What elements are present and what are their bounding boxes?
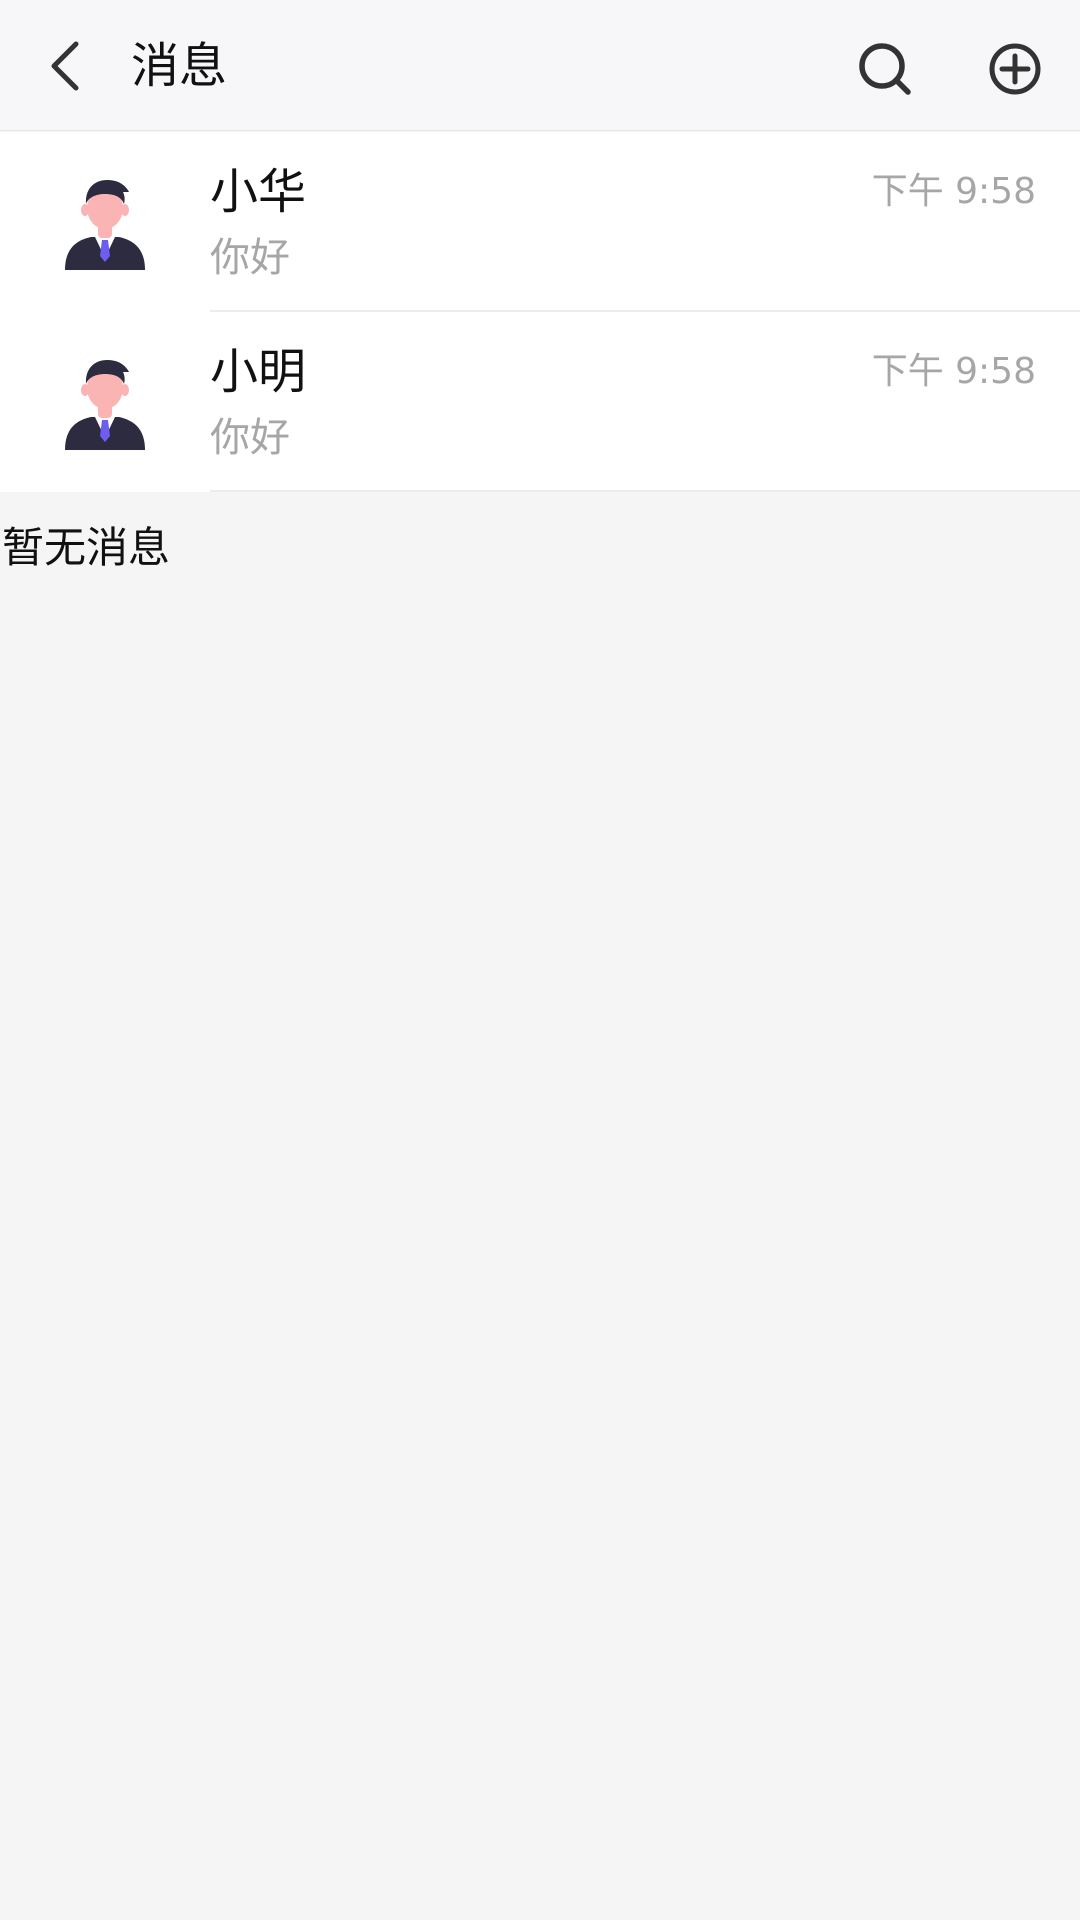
conversation-item[interactable]: 小明 下午 9:58 你好: [0, 312, 1080, 492]
user-avatar-icon: [65, 360, 145, 450]
page-title: 消息: [131, 38, 228, 94]
message-time: 下午 9:58: [871, 171, 1036, 212]
conversation-list: 小华 下午 9:58 你好 小明 下午 9:58 你好: [0, 132, 1080, 492]
add-button[interactable]: [982, 36, 1048, 102]
search-button[interactable]: [852, 36, 918, 102]
plus-circle-icon: [989, 43, 1041, 95]
search-icon: [859, 43, 911, 95]
empty-state-text: 暂无消息: [2, 523, 171, 572]
chevron-left-icon: [51, 41, 79, 91]
message-preview: 你好: [210, 235, 290, 281]
back-button[interactable]: [34, 30, 96, 102]
contact-name: 小明: [210, 344, 307, 400]
contact-name: 小华: [210, 164, 307, 220]
top-app-bar: 消息: [0, 0, 1080, 131]
user-avatar-icon: [65, 180, 145, 270]
conversation-item[interactable]: 小华 下午 9:58 你好: [0, 132, 1080, 312]
message-time: 下午 9:58: [871, 351, 1036, 392]
divider: [210, 490, 1080, 492]
message-preview: 你好: [210, 415, 290, 461]
